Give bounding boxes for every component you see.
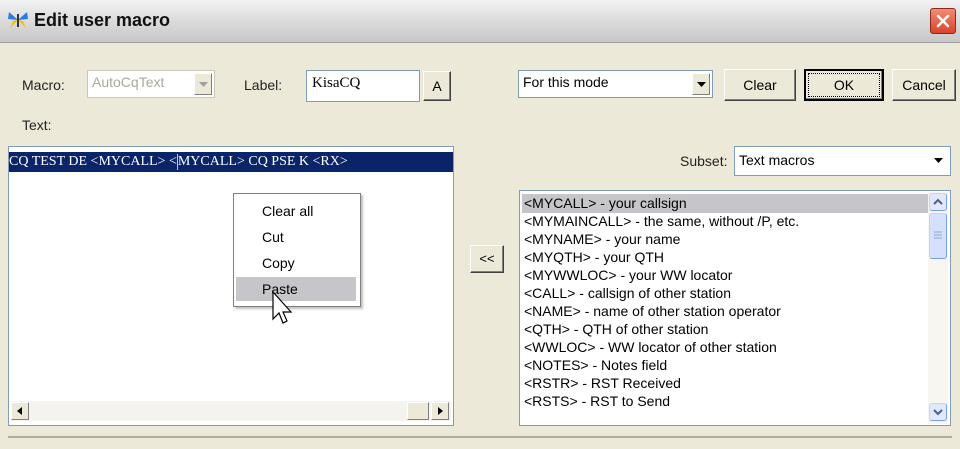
menu-item-copy[interactable]: Copy	[236, 251, 356, 275]
subset-label: Subset:	[680, 153, 728, 169]
bottom-separator	[8, 436, 952, 438]
macro-label: Macro:	[22, 77, 65, 93]
clear-button-label: Clear	[743, 77, 777, 93]
chevron-down-icon	[934, 158, 943, 163]
selected-text[interactable]: CQ TEST DE <MYCALL> <MYCALL> CQ PSE K <R…	[9, 152, 453, 172]
label-input[interactable]: KisaCQ	[306, 70, 420, 102]
list-item[interactable]: <NOTES> - Notes field	[522, 356, 667, 375]
subset-select-value: Text macros	[739, 152, 815, 168]
chevron-down-icon	[933, 409, 943, 416]
chevron-down-icon	[199, 82, 208, 87]
mouse-cursor-icon	[272, 291, 293, 324]
edit-user-macro-dialog: Edit user macro Macro: AutoCqText Label:…	[0, 0, 960, 449]
menu-item-paste[interactable]: Paste	[236, 277, 356, 301]
ok-button-label: OK	[808, 73, 880, 97]
list-item[interactable]: <MYCALL> - your callsign	[522, 194, 928, 213]
hscroll-thumb[interactable]	[407, 402, 429, 420]
list-item[interactable]: <MYNAME> - your name	[522, 230, 680, 249]
mode-select-value: For this mode	[523, 74, 609, 90]
text-hscrollbar[interactable]	[11, 401, 451, 421]
label-label: Label:	[244, 77, 283, 93]
label-input-value: KisaCQ	[312, 75, 361, 91]
list-item[interactable]: <RSTS> - RST to Send	[522, 392, 670, 411]
cancel-button[interactable]: Cancel	[892, 69, 956, 101]
list-item[interactable]: <QTH> - QTH of other station	[522, 320, 708, 339]
scroll-right-button[interactable]	[431, 402, 449, 420]
macro-list[interactable]: <MYCALL> - your callsign <MYMAINCALL> - …	[519, 190, 951, 426]
chevron-up-icon	[933, 198, 943, 205]
title-bar[interactable]: Edit user macro	[0, 0, 960, 43]
insert-macro-button[interactable]: <<	[470, 245, 504, 273]
window-title: Edit user macro	[34, 10, 171, 30]
macro-select-value: AutoCqText	[92, 74, 165, 90]
selected-text-after: MYCALL> CQ PSE K <RX>	[177, 154, 348, 169]
macro-list-vscrollbar[interactable]	[928, 192, 948, 424]
scroll-left-button[interactable]	[11, 402, 29, 420]
context-menu: Clear all Cut Copy Paste	[233, 193, 361, 307]
font-button-label: A	[432, 78, 442, 94]
vscroll-thumb[interactable]	[929, 213, 947, 259]
mode-dropdown-button[interactable]	[692, 73, 710, 95]
cancel-button-label: Cancel	[902, 77, 946, 93]
list-item[interactable]: <MYQTH> - your QTH	[522, 248, 664, 267]
arrow-left-icon	[17, 407, 22, 415]
ok-button[interactable]: OK	[804, 69, 884, 101]
close-button[interactable]	[930, 8, 956, 34]
close-icon	[936, 14, 950, 28]
insert-macro-label: <<	[479, 251, 495, 266]
menu-item-clear-all[interactable]: Clear all	[236, 199, 356, 223]
list-item[interactable]: <CALL> - callsign of other station	[522, 284, 731, 303]
text-label: Text:	[22, 117, 52, 133]
list-item[interactable]: <MYWWLOC> - your WW locator	[522, 266, 732, 285]
selected-text-before: CQ TEST DE <MYCALL> <	[9, 154, 177, 169]
macro-select: AutoCqText	[87, 70, 215, 98]
macro-dropdown-button	[194, 73, 212, 95]
chevron-down-icon	[697, 82, 706, 87]
list-item[interactable]: <RSTR> - RST Received	[522, 374, 681, 393]
mode-select[interactable]: For this mode	[518, 70, 713, 98]
menu-item-cut[interactable]: Cut	[236, 225, 356, 249]
font-button[interactable]: A	[423, 71, 451, 101]
macro-text-area[interactable]: CQ TEST DE <MYCALL> <MYCALL> CQ PSE K <R…	[8, 146, 454, 426]
grip-icon	[934, 231, 942, 239]
scroll-down-button[interactable]	[929, 403, 947, 421]
subset-select[interactable]: Text macros	[734, 146, 951, 176]
list-item[interactable]: <WWLOC> - WW locator of other station	[522, 338, 777, 357]
list-item[interactable]: <NAME> - name of other station operator	[522, 302, 781, 321]
clear-button[interactable]: Clear	[724, 69, 796, 101]
subset-dropdown-button[interactable]	[930, 149, 948, 173]
scroll-up-button[interactable]	[929, 193, 947, 211]
list-item[interactable]: <MYMAINCALL> - the same, without /P, etc…	[522, 212, 799, 231]
arrow-right-icon	[438, 407, 443, 415]
butterfly-icon	[8, 12, 28, 28]
